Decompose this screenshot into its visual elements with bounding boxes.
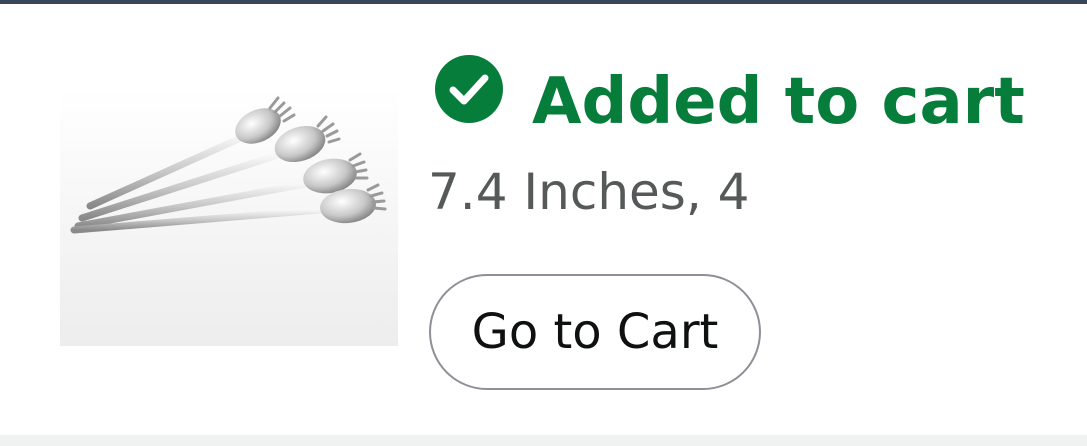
bottom-divider-strip: [0, 435, 1087, 446]
top-divider-bar: [0, 0, 1087, 4]
product-image[interactable]: [60, 88, 398, 346]
added-to-cart-heading: Added to cart: [532, 65, 1025, 139]
product-variant-text: 7.4 Inches, 4: [428, 163, 750, 221]
go-to-cart-button[interactable]: Go to Cart: [429, 274, 761, 390]
spork-set-icon: [70, 96, 387, 234]
checkmark-circle-icon: [435, 55, 503, 123]
